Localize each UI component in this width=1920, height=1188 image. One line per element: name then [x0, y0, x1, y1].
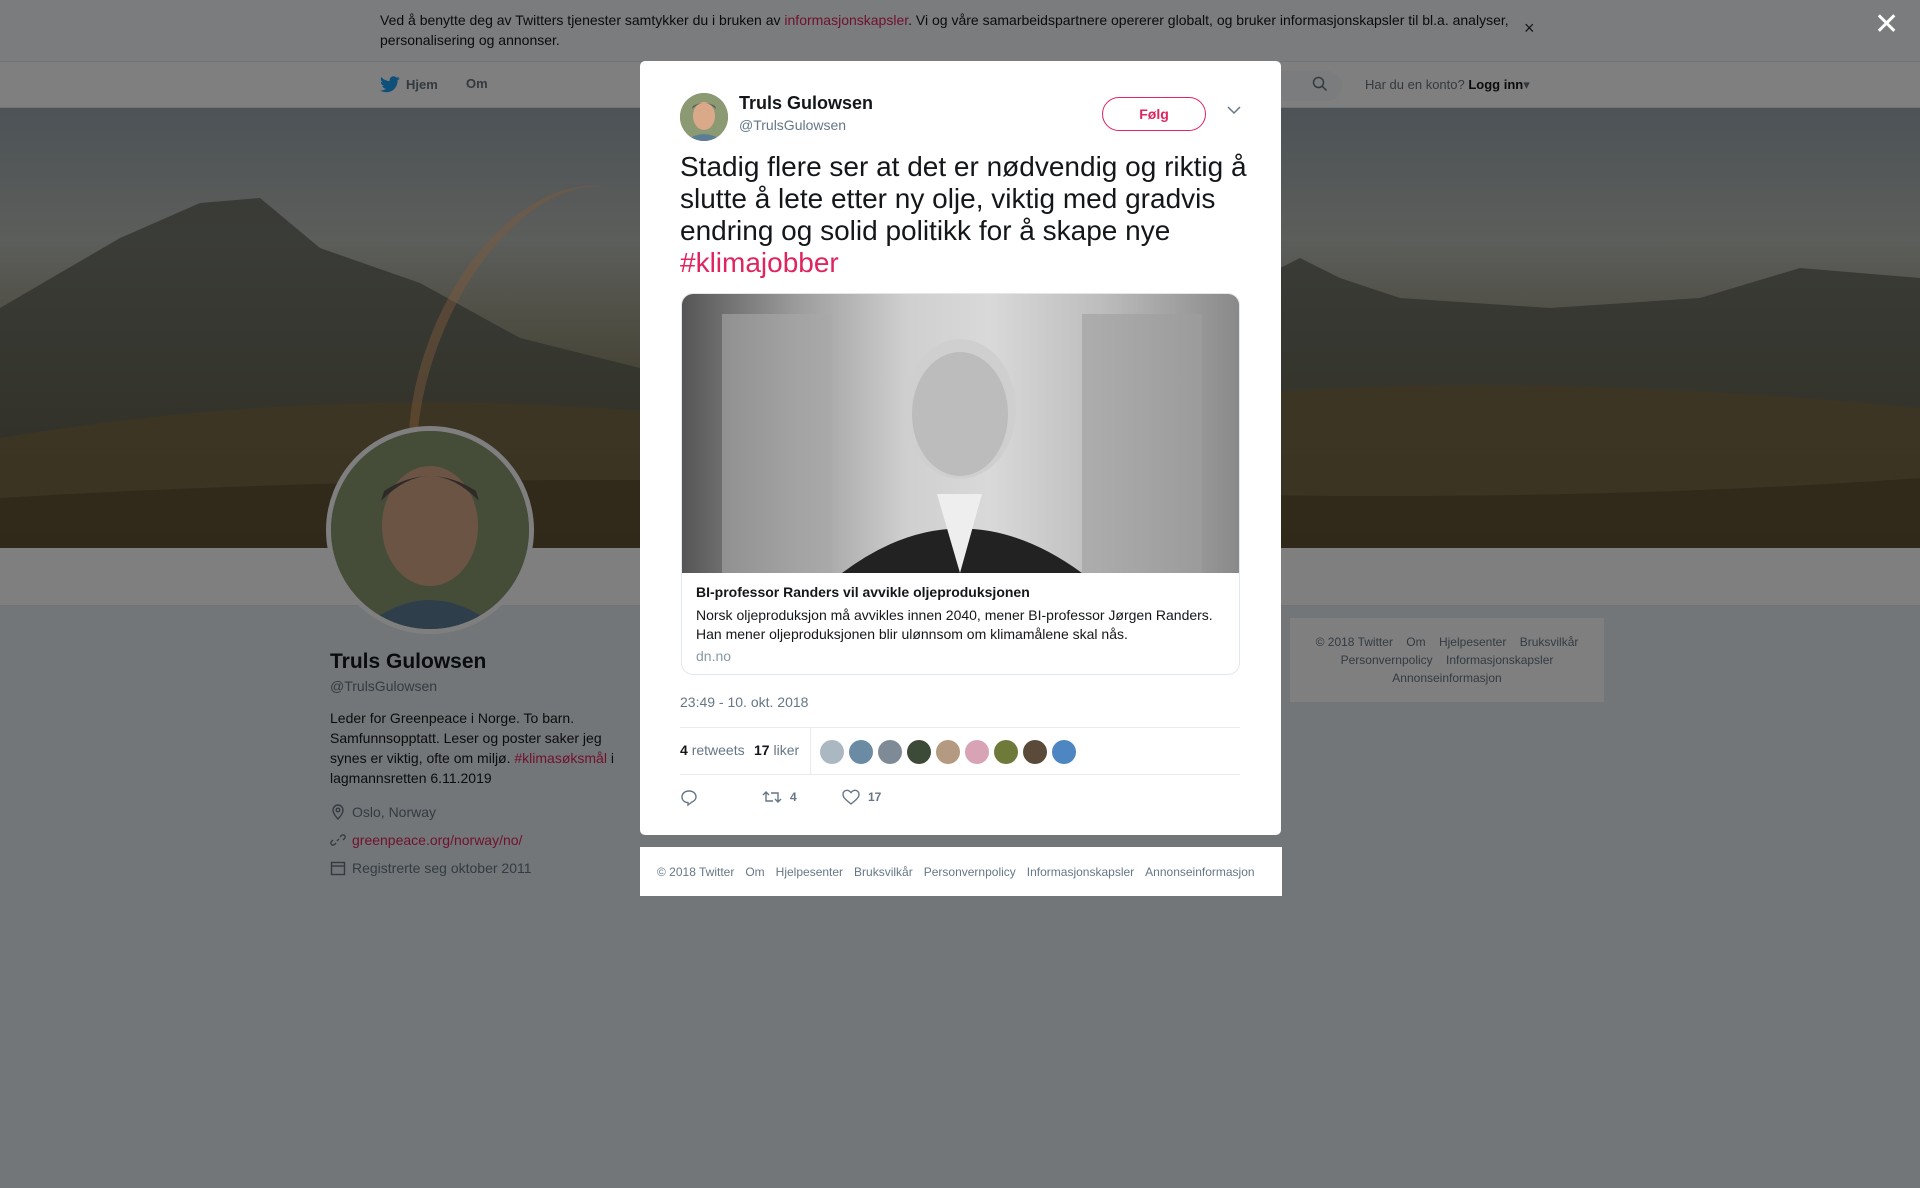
liker-avatar[interactable]: [849, 740, 873, 764]
liker-avatar[interactable]: [820, 740, 844, 764]
likes-label: liker: [773, 742, 800, 758]
card-description: Norsk oljeproduksjon må avvikles innen 2…: [696, 607, 1213, 642]
liker-avatar[interactable]: [965, 740, 989, 764]
retweet-icon: [762, 791, 782, 803]
card-title: BI-professor Randers vil avvikle oljepro…: [696, 584, 1030, 600]
tweet-author-handle[interactable]: @TrulsGulowsen: [739, 117, 846, 133]
modal-footer-link-om[interactable]: Om: [745, 865, 764, 879]
tweet-modal: Truls Gulowsen @TrulsGulowsen Følg Stadi…: [640, 61, 1281, 835]
like-button[interactable]: 17: [842, 789, 881, 805]
modal-footer-link-ads[interactable]: Annonseinformasjon: [1145, 865, 1254, 879]
avatar-portrait-small: [680, 93, 728, 141]
tweet-author-avatar[interactable]: [680, 93, 728, 141]
tweet-body: Stadig flere ser at det er nødvendig og …: [680, 151, 1247, 246]
chevron-down-icon[interactable]: [1227, 105, 1241, 115]
close-modal-icon[interactable]: ✕: [1874, 10, 1899, 40]
liker-avatar[interactable]: [1052, 740, 1076, 764]
tweet-stats: 4 retweets 17 liker: [680, 727, 1240, 775]
tweet-actions: 4 17: [680, 785, 1240, 815]
retweets-stat[interactable]: 4 retweets: [680, 742, 745, 758]
card-domain: dn.no: [696, 648, 732, 664]
liker-avatar[interactable]: [878, 740, 902, 764]
tweet-timestamp[interactable]: 23:49 - 10. okt. 2018: [680, 694, 808, 710]
reply-button[interactable]: [680, 789, 698, 807]
liker-avatar[interactable]: [907, 740, 931, 764]
liker-avatar[interactable]: [994, 740, 1018, 764]
liker-avatar[interactable]: [936, 740, 960, 764]
heart-icon: [842, 789, 860, 805]
likes-stat[interactable]: 17 liker: [754, 742, 799, 758]
reply-icon: [681, 790, 697, 807]
modal-footer: © 2018 Twitter Om Hjelpesenter Bruksvilk…: [640, 847, 1282, 896]
liker-avatar[interactable]: [1023, 740, 1047, 764]
tweet-author-name[interactable]: Truls Gulowsen: [739, 93, 873, 114]
modal-footer-link-help[interactable]: Hjelpesenter: [776, 865, 843, 879]
modal-footer-link-privacy[interactable]: Personvernpolicy: [924, 865, 1016, 879]
modal-footer-link-cookies[interactable]: Informasjonskapsler: [1027, 865, 1134, 879]
follow-button[interactable]: Følg: [1102, 97, 1206, 131]
likes-count: 17: [754, 742, 770, 758]
modal-footer-link-terms[interactable]: Bruksvilkår: [854, 865, 913, 879]
retweets-count: 4: [680, 742, 688, 758]
tweet-hashtag[interactable]: #klimajobber: [680, 247, 839, 278]
liker-avatars: [820, 740, 1076, 764]
link-card[interactable]: BI-professor Randers vil avvikle oljepro…: [681, 293, 1240, 675]
retweet-action-count: 4: [790, 790, 797, 804]
modal-footer-copyright: © 2018 Twitter: [657, 864, 735, 879]
like-action-count: 17: [868, 790, 882, 804]
retweets-label: retweets: [691, 742, 745, 758]
retweet-button[interactable]: 4: [762, 789, 797, 805]
card-image: [682, 294, 1239, 573]
card-photo-portrait: [722, 314, 1202, 573]
stats-divider: [810, 728, 811, 774]
tweet-text: Stadig flere ser at det er nødvendig og …: [680, 151, 1250, 279]
